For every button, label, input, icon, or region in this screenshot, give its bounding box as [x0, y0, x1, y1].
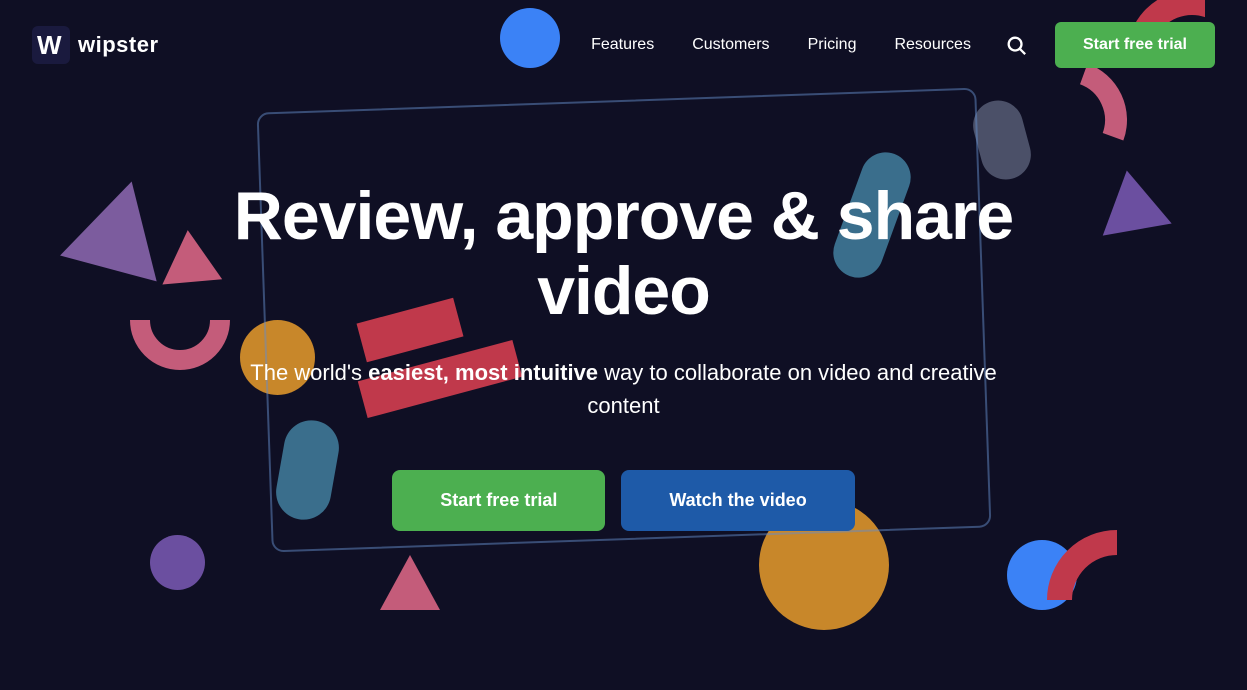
hero-sub-prefix: The world's [250, 360, 368, 385]
navigation: W wipster Features Customers Pricing Res… [0, 0, 1247, 90]
logo-link[interactable]: W wipster [32, 26, 159, 64]
hero-sub-suffix: way to collaborate on video and creative… [587, 360, 996, 418]
shape-blue-circle-bottom-right [1007, 540, 1077, 610]
shape-purple-triangle-right [1092, 164, 1171, 235]
hero-content: Review, approve & share video The world'… [174, 179, 1074, 532]
shape-purple-circle-bottom [150, 535, 205, 590]
hero-heading-line2: video [537, 253, 710, 329]
hero-trial-button[interactable]: Start free trial [392, 470, 605, 531]
shape-pink-triangle-bottom [380, 555, 440, 610]
svg-text:W: W [37, 30, 62, 60]
search-button[interactable] [993, 26, 1039, 64]
shape-purple-triangle-left [60, 169, 180, 282]
logo-icon: W [32, 26, 70, 64]
hero-sub-bold1: easiest, [368, 360, 449, 385]
hero-buttons: Start free trial Watch the video [214, 470, 1034, 531]
hero-heading-line1: Review, approve & share [234, 178, 1014, 254]
search-icon [1005, 34, 1027, 56]
nav-links: Features Customers Pricing Resources Sta… [575, 22, 1215, 68]
shape-gray-pill-top-right [967, 95, 1036, 185]
logo-text: wipster [78, 32, 159, 58]
hero-section: W wipster Features Customers Pricing Res… [0, 0, 1247, 690]
hero-heading: Review, approve & share video [214, 179, 1034, 329]
shape-red-arc-bottom-right [1047, 530, 1187, 670]
nav-customers[interactable]: Customers [676, 28, 785, 62]
nav-cta-button[interactable]: Start free trial [1055, 22, 1215, 68]
hero-sub-bold2: most intuitive [455, 360, 598, 385]
hero-video-button[interactable]: Watch the video [621, 470, 854, 531]
nav-resources[interactable]: Resources [878, 28, 986, 62]
nav-features[interactable]: Features [575, 28, 670, 62]
nav-pricing[interactable]: Pricing [792, 28, 873, 62]
hero-subtext: The world's easiest, most intuitive way … [214, 356, 1034, 422]
